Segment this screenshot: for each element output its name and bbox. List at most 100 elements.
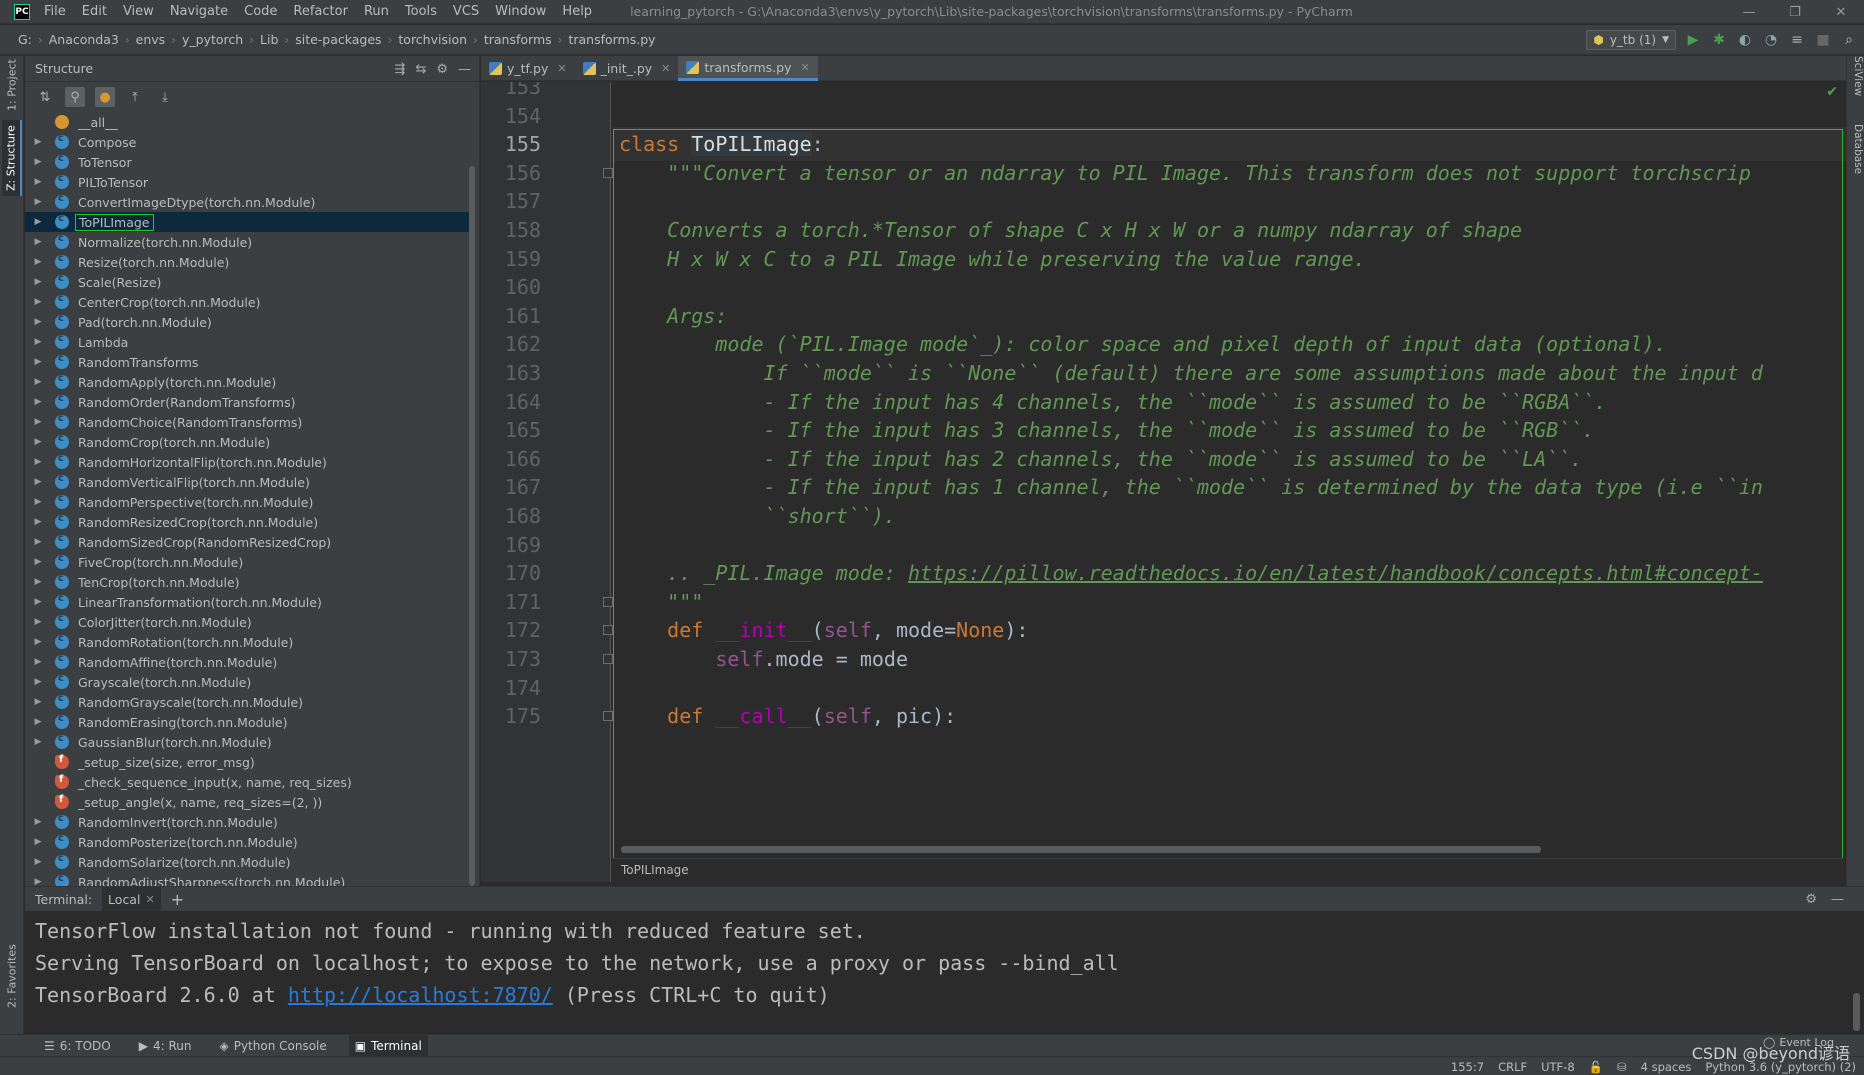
fold-marker-icon[interactable]	[603, 625, 613, 636]
fold-marker-icon[interactable]	[603, 711, 613, 722]
structure-item[interactable]: ▶ RandomSizedCrop(RandomResizedCrop)	[25, 532, 470, 552]
expand-arrow-icon[interactable]: ▶	[31, 637, 45, 647]
tool-window-4-run[interactable]: ▶ 4: Run	[133, 1035, 198, 1057]
menu-edit[interactable]: Edit	[74, 0, 115, 24]
autoscroll-to-source-icon[interactable]: ⤒	[125, 87, 145, 107]
structure-item[interactable]: ▶ Resize(torch.nn.Module)	[25, 252, 470, 272]
expand-arrow-icon[interactable]: ▶	[31, 437, 45, 447]
expand-arrow-icon[interactable]: ▶	[31, 457, 45, 467]
run-configuration-select[interactable]: ⬢ y_tb (1) ▼	[1586, 30, 1676, 50]
structure-item[interactable]: ▶ PILToTensor	[25, 172, 470, 192]
breadcrumb-item[interactable]: transforms	[480, 32, 556, 47]
expand-arrow-icon[interactable]: ▶	[31, 577, 45, 587]
expand-arrow-icon[interactable]: ▶	[31, 197, 45, 207]
expand-arrow-icon[interactable]: ▶	[31, 617, 45, 627]
breadcrumb-item[interactable]: site-packages	[291, 32, 385, 47]
close-icon[interactable]: ✕	[145, 893, 154, 906]
editor-breadcrumb[interactable]: ToPILImage	[613, 858, 1843, 880]
gear-icon[interactable]: ⚙	[1805, 892, 1817, 907]
breadcrumb-item[interactable]: G:	[14, 32, 36, 47]
structure-item[interactable]: ▶ CenterCrop(torch.nn.Module)	[25, 292, 470, 312]
code-editor[interactable]: 153 154 155 class ToPILImage: 156 """Convert…	[481, 82, 1846, 882]
add-terminal-icon[interactable]: +	[171, 890, 184, 909]
structure-item[interactable]: ▶ Compose	[25, 132, 470, 152]
favorites-tool-tab[interactable]: 2: Favorites	[2, 936, 22, 1016]
structure-item[interactable]: ▶ Normalize(torch.nn.Module)	[25, 232, 470, 252]
menu-tools[interactable]: Tools	[397, 0, 445, 24]
gear-icon[interactable]: ⚙	[436, 62, 448, 77]
collapse-all-icon[interactable]: ⇆	[415, 62, 426, 77]
structure-item[interactable]: ▶ TenCrop(torch.nn.Module)	[25, 572, 470, 592]
indent-setting[interactable]: 4 spaces	[1641, 1060, 1692, 1074]
expand-arrow-icon[interactable]: ▶	[31, 377, 45, 387]
expand-arrow-icon[interactable]: ▶	[31, 837, 45, 847]
structure-item[interactable]: ▶ RandomAffine(torch.nn.Module)	[25, 652, 470, 672]
file-encoding[interactable]: UTF-8	[1541, 1060, 1575, 1074]
structure-item[interactable]: ▶ RandomGrayscale(torch.nn.Module)	[25, 692, 470, 712]
inspection-ok-icon[interactable]: ✔	[1826, 84, 1838, 100]
close-icon[interactable]: ✕	[800, 61, 809, 74]
expand-arrow-icon[interactable]: ▶	[31, 257, 45, 267]
terminal-link[interactable]: http://localhost:7870/	[288, 983, 553, 1007]
restore-button[interactable]: ❐	[1772, 0, 1818, 24]
run-icon[interactable]: ▶	[1684, 31, 1702, 49]
expand-arrow-icon[interactable]: ▶	[31, 337, 45, 347]
structure-item[interactable]: ▶ Grayscale(torch.nn.Module)	[25, 672, 470, 692]
close-icon[interactable]: ✕	[661, 62, 670, 75]
expand-arrow-icon[interactable]: ▶	[31, 657, 45, 667]
structure-item[interactable]: ▶ Scale(Resize)	[25, 272, 470, 292]
structure-item[interactable]: ▶ RandomPosterize(torch.nn.Module)	[25, 832, 470, 852]
expand-all-icon[interactable]: ⇶	[395, 62, 406, 77]
structure-item[interactable]: ▶ RandomVerticalFlip(torch.nn.Module)	[25, 472, 470, 492]
structure-item[interactable]: ▶ RandomAdjustSharpness(torch.nn.Module)	[25, 872, 470, 886]
structure-item[interactable]: ▶ RandomApply(torch.nn.Module)	[25, 372, 470, 392]
breadcrumb-item[interactable]: transforms.py	[564, 32, 659, 47]
structure-item[interactable]: ▶ FiveCrop(torch.nn.Module)	[25, 552, 470, 572]
terminal-scrollbar[interactable]	[1853, 993, 1860, 1031]
sciview-tool-tab[interactable]: SciView	[1848, 56, 1864, 116]
breadcrumb-item[interactable]: y_pytorch	[178, 32, 247, 47]
fold-marker-icon[interactable]	[603, 596, 613, 607]
close-icon[interactable]: ✕	[557, 62, 566, 75]
menu-window[interactable]: Window	[487, 0, 554, 24]
structure-item[interactable]: ▶ RandomChoice(RandomTransforms)	[25, 412, 470, 432]
menu-run[interactable]: Run	[356, 0, 397, 24]
structure-item[interactable]: ▶ ToTensor	[25, 152, 470, 172]
tool-window-terminal[interactable]: ▣ Terminal	[348, 1034, 428, 1057]
menu-help[interactable]: Help	[554, 0, 600, 24]
expand-arrow-icon[interactable]: ▶	[31, 497, 45, 507]
expand-arrow-icon[interactable]: ▶	[31, 697, 45, 707]
structure-item[interactable]: ▶ RandomHorizontalFlip(torch.nn.Module)	[25, 452, 470, 472]
structure-item[interactable]: ▶ Lambda	[25, 332, 470, 352]
caret-position[interactable]: 155:7	[1451, 1060, 1484, 1074]
structure-scrollbar[interactable]	[469, 166, 475, 886]
sort-alphabetically-icon[interactable]: ⇅	[35, 87, 55, 107]
profile-icon[interactable]: ◔	[1762, 31, 1780, 49]
menu-vcs[interactable]: VCS	[445, 0, 487, 24]
search-icon[interactable]: ⌕	[1840, 31, 1858, 49]
tool-window-6-todo[interactable]: ☰ 6: TODO	[38, 1035, 117, 1057]
expand-arrow-icon[interactable]: ▶	[31, 217, 45, 227]
minimize-button[interactable]: —	[1726, 0, 1772, 24]
terminal-tab-local[interactable]: Local ✕	[102, 887, 161, 911]
structure-item[interactable]: ▶ ConvertImageDtype(torch.nn.Module)	[25, 192, 470, 212]
line-separator[interactable]: CRLF	[1498, 1060, 1527, 1074]
show-inherited-icon[interactable]: ⚲	[65, 87, 85, 107]
expand-arrow-icon[interactable]: ▶	[31, 317, 45, 327]
expand-arrow-icon[interactable]: ▶	[31, 857, 45, 867]
structure-item[interactable]: ▶ RandomRotation(torch.nn.Module)	[25, 632, 470, 652]
stop-icon[interactable]: ■	[1814, 31, 1832, 49]
expand-arrow-icon[interactable]: ▶	[31, 817, 45, 827]
expand-arrow-icon[interactable]: ▶	[31, 877, 45, 886]
hide-panel-icon[interactable]: —	[1831, 892, 1844, 907]
menu-file[interactable]: File	[36, 0, 74, 24]
expand-arrow-icon[interactable]: ▶	[31, 157, 45, 167]
lock-icon[interactable]: 🔓	[1589, 1060, 1603, 1074]
structure-item[interactable]: ▶ RandomInvert(torch.nn.Module)	[25, 812, 470, 832]
terminal-output[interactable]: TensorFlow installation not found - runn…	[25, 911, 1864, 1011]
menu-navigate[interactable]: Navigate	[162, 0, 236, 24]
database-tool-tab[interactable]: Database	[1848, 124, 1864, 194]
show-fields-icon[interactable]: ●	[95, 87, 115, 107]
editor-breadcrumb-label[interactable]: ToPILImage	[621, 863, 689, 877]
editor-horizontal-scrollbar[interactable]	[621, 846, 1541, 853]
